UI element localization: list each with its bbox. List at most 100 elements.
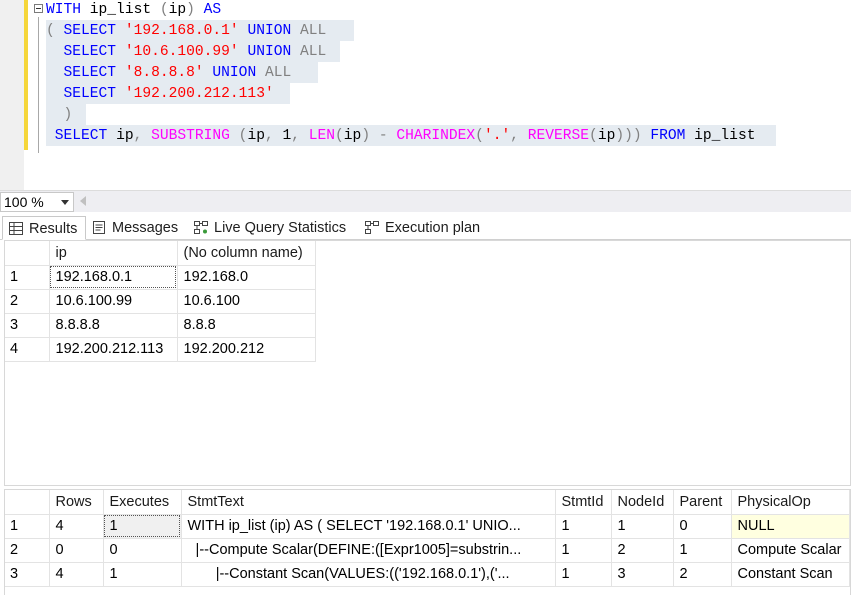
code-line[interactable]: ) (46, 105, 73, 126)
code-token: ))) (615, 128, 642, 144)
table-cell[interactable]: 2 (611, 538, 674, 563)
code-token: , (264, 128, 283, 144)
tab-live-query-statistics[interactable]: Live Query Statistics (188, 216, 358, 240)
table-cell[interactable]: 3 (611, 562, 674, 587)
table-row[interactable]: 1 192.168.0.1 192.168.0 (5, 265, 316, 290)
row-number[interactable]: 4 (5, 337, 50, 362)
code-token: ip (116, 128, 134, 144)
row-number[interactable]: 2 (5, 289, 50, 314)
column-header[interactable]: NodeId (611, 490, 674, 515)
table-cell[interactable]: 1 (611, 514, 674, 539)
table-cell[interactable]: 8.8.8 (177, 313, 316, 338)
row-number[interactable]: 2 (5, 538, 50, 563)
table-cell[interactable]: 10.6.100.99 (49, 289, 178, 314)
table-cell[interactable]: 1 (555, 562, 612, 587)
table-cell[interactable]: 0 (49, 538, 104, 563)
table-cell[interactable]: 192.168.0.1 (49, 265, 178, 290)
code-token: ip_list (694, 128, 756, 144)
table-cell[interactable]: 192.200.212 (177, 337, 316, 362)
table-cell[interactable]: 1 (103, 514, 182, 539)
code-token: SELECT (63, 23, 125, 39)
code-line[interactable]: SELECT '10.6.100.99' UNION ALL (46, 42, 327, 63)
table-cell[interactable]: Compute Scalar (731, 538, 850, 563)
outline-guide (38, 17, 39, 153)
zoom-value: 100 % (4, 194, 44, 210)
statistics-grid[interactable]: Rows Executes StmtText StmtId NodeId Par… (4, 489, 851, 595)
code-token: LEN (308, 128, 336, 144)
table-row[interactable]: 1 4 1 WITH ip_list (ip) AS ( SELECT '192… (5, 514, 850, 539)
code-token: ( (335, 128, 344, 144)
results-grid[interactable]: ip (No column name) 1 192.168.0.1 192.16… (4, 240, 851, 486)
code-token: '10.6.100.99' (124, 44, 239, 60)
table-row[interactable]: 2 10.6.100.99 10.6.100 (5, 289, 316, 314)
code-token: SUBSTRING (151, 128, 239, 144)
table-cell[interactable]: 1 (673, 538, 732, 563)
row-number[interactable]: 1 (5, 514, 50, 539)
code-token: '192.200.212.113' (124, 86, 274, 102)
table-cell[interactable]: 1 (555, 538, 612, 563)
table-cell[interactable]: |--Constant Scan(VALUES:(('192.168.0.1')… (181, 562, 556, 587)
code-line[interactable]: ( SELECT '192.168.0.1' UNION ALL (46, 21, 326, 42)
results-tabs: Results Messages Live Query Statistics E… (0, 214, 851, 240)
code-token: ) (186, 2, 195, 18)
table-cell[interactable]: |--Compute Scalar(DEFINE:([Expr1005]=sub… (181, 538, 556, 563)
row-number-header[interactable] (5, 490, 50, 515)
code-line[interactable]: SELECT ip, SUBSTRING (ip, 1, LEN(ip) - C… (46, 126, 756, 147)
table-cell[interactable]: 1 (555, 514, 612, 539)
table-cell[interactable]: 4 (49, 514, 104, 539)
table-cell[interactable]: NULL (731, 514, 850, 539)
code-token: 1 (282, 128, 292, 144)
code-token: ( (589, 128, 598, 144)
code-token: '.' (483, 128, 511, 144)
code-line[interactable]: SELECT '8.8.8.8' UNION ALL (46, 63, 292, 84)
table-cell[interactable]: 4 (49, 562, 104, 587)
code-token: CHARINDEX (396, 128, 476, 144)
column-header[interactable]: (No column name) (177, 241, 316, 266)
code-token: ( (475, 128, 484, 144)
row-number-header[interactable] (5, 241, 50, 266)
column-header[interactable]: Parent (673, 490, 732, 515)
code-token: '8.8.8.8' (124, 65, 204, 81)
tab-label: Execution plan (385, 220, 481, 236)
column-header[interactable]: Rows (49, 490, 104, 515)
table-cell[interactable]: 2 (673, 562, 732, 587)
table-row[interactable]: 2 0 0 |--Compute Scalar(DEFINE:([Expr100… (5, 538, 850, 563)
tab-messages[interactable]: Messages (86, 216, 186, 240)
collapse-icon[interactable] (34, 4, 43, 13)
row-number[interactable]: 1 (5, 265, 50, 290)
code-token: ) (46, 107, 73, 123)
column-header[interactable]: StmtId (555, 490, 612, 515)
tab-execution-plan[interactable]: Execution plan (359, 216, 487, 240)
chevron-down-icon (61, 200, 69, 205)
code-token: ALL (300, 44, 327, 60)
table-cell[interactable]: 10.6.100 (177, 289, 316, 314)
tab-label: Results (29, 221, 78, 237)
table-cell[interactable]: 0 (673, 514, 732, 539)
zoom-dropdown[interactable]: 100 % (0, 192, 74, 212)
table-cell[interactable]: 8.8.8.8 (49, 313, 178, 338)
code-line[interactable]: SELECT '192.200.212.113' (46, 84, 274, 105)
row-number[interactable]: 3 (5, 562, 50, 587)
code-token: WITH (46, 2, 82, 18)
column-header[interactable]: ip (49, 241, 178, 266)
code-token: '192.168.0.1' (124, 23, 239, 39)
table-row[interactable]: 4 192.200.212.113 192.200.212 (5, 337, 316, 362)
scroll-left-icon[interactable] (80, 196, 86, 206)
tab-results[interactable]: Results (2, 216, 86, 240)
column-header[interactable]: PhysicalOp (731, 490, 850, 515)
table-cell[interactable]: 0 (103, 538, 182, 563)
column-header[interactable]: Executes (103, 490, 182, 515)
code-line[interactable]: WITH ip_list (ip) AS (46, 0, 221, 21)
table-row[interactable]: 3 8.8.8.8 8.8.8 (5, 313, 316, 338)
sql-editor[interactable]: WITH ip_list (ip) AS( SELECT '192.168.0.… (0, 0, 851, 190)
table-cell[interactable]: WITH ip_list (ip) AS ( SELECT '192.168.0… (181, 514, 556, 539)
table-cell[interactable]: Constant Scan (731, 562, 850, 587)
table-cell[interactable]: 1 (103, 562, 182, 587)
row-number[interactable]: 3 (5, 313, 50, 338)
table-row[interactable]: 3 4 1 |--Constant Scan(VALUES:(('192.168… (5, 562, 850, 587)
table-cell[interactable]: 192.200.212.113 (49, 337, 178, 362)
column-header[interactable]: StmtText (181, 490, 556, 515)
code-token: SELECT (46, 44, 125, 60)
table-cell[interactable]: 192.168.0 (177, 265, 316, 290)
code-token: ip_list (81, 2, 160, 18)
